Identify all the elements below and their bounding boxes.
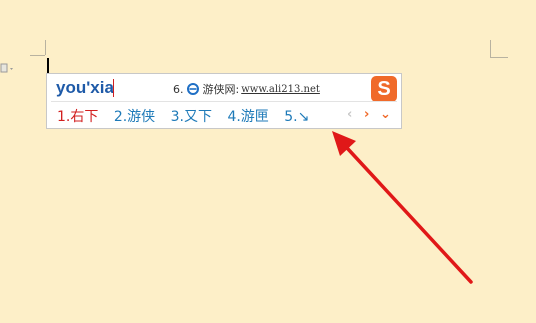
annotation-arrow-icon <box>332 131 473 284</box>
